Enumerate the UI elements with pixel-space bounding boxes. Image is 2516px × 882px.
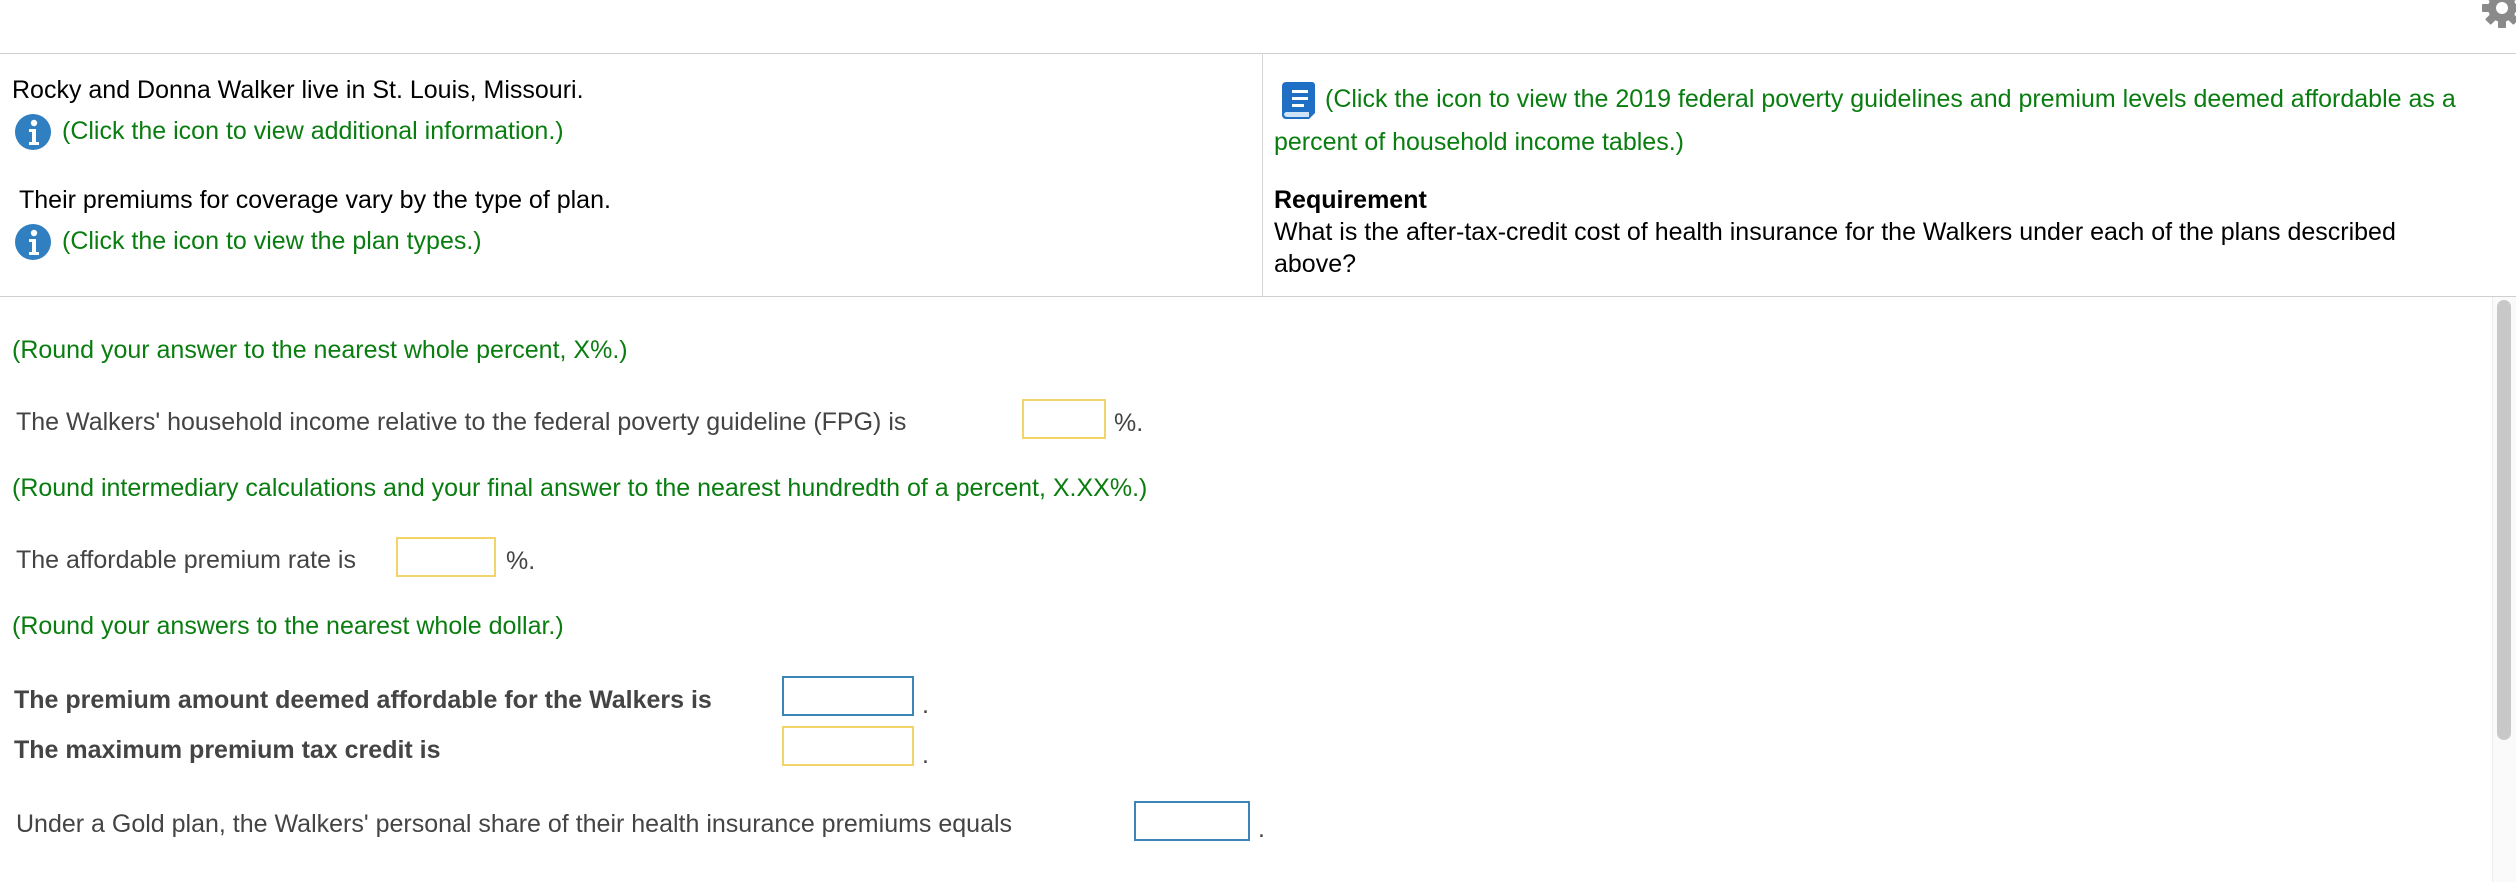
additional-info-link[interactable]: (Click the icon to view additional infor… — [62, 116, 564, 146]
fpg-percent-input[interactable] — [1022, 399, 1106, 439]
info-icon[interactable] — [14, 223, 52, 261]
column-divider — [1262, 54, 1263, 296]
round-dollar-note: (Round your answers to the nearest whole… — [12, 612, 564, 640]
affordable-premium-suffix: . — [922, 691, 929, 719]
plan-types-link[interactable]: (Click the icon to view the plan types.) — [62, 226, 482, 256]
requirement-text-line1: What is the after-tax-credit cost of hea… — [1274, 218, 2396, 246]
affordable-rate-input[interactable] — [396, 537, 496, 577]
tables-link-line2[interactable]: percent of household income tables.) — [1274, 127, 1684, 157]
fpg-label: The Walkers' household income relative t… — [16, 408, 907, 436]
gold-plan-suffix: . — [1258, 815, 1265, 843]
affordable-premium-label: The premium amount deemed affordable for… — [14, 686, 712, 714]
max-credit-suffix: . — [922, 741, 929, 769]
round-hundredth-note: (Round intermediary calculations and you… — [12, 474, 1148, 502]
premiums-text: Their premiums for coverage vary by the … — [19, 186, 611, 214]
gold-plan-label: Under a Gold plan, the Walkers' personal… — [16, 810, 1013, 838]
round-whole-percent-note: (Round your answer to the nearest whole … — [12, 336, 628, 364]
book-icon[interactable] — [1276, 78, 1320, 122]
tables-link-line1[interactable]: (Click the icon to view the 2019 federal… — [1325, 84, 2456, 114]
top-toolbar — [0, 0, 2516, 54]
affordable-premium-input[interactable] — [782, 676, 914, 716]
info-icon[interactable] — [14, 113, 52, 151]
problem-info-panel: Rocky and Donna Walker live in St. Louis… — [0, 54, 2516, 297]
requirement-title: Requirement — [1274, 186, 1427, 214]
affordable-rate-suffix: %. — [506, 547, 536, 575]
requirement-text-line2: above? — [1274, 250, 1357, 278]
intro-text: Rocky and Donna Walker live in St. Louis… — [12, 76, 584, 104]
max-credit-label: The maximum premium tax credit is — [14, 736, 441, 764]
gold-plan-input[interactable] — [1134, 801, 1250, 841]
gear-icon[interactable] — [2480, 0, 2516, 30]
affordable-rate-label: The affordable premium rate is — [16, 546, 356, 574]
fpg-percent-suffix: %. — [1114, 409, 1144, 437]
scrollbar-thumb[interactable] — [2497, 300, 2511, 740]
max-credit-input[interactable] — [782, 726, 914, 766]
